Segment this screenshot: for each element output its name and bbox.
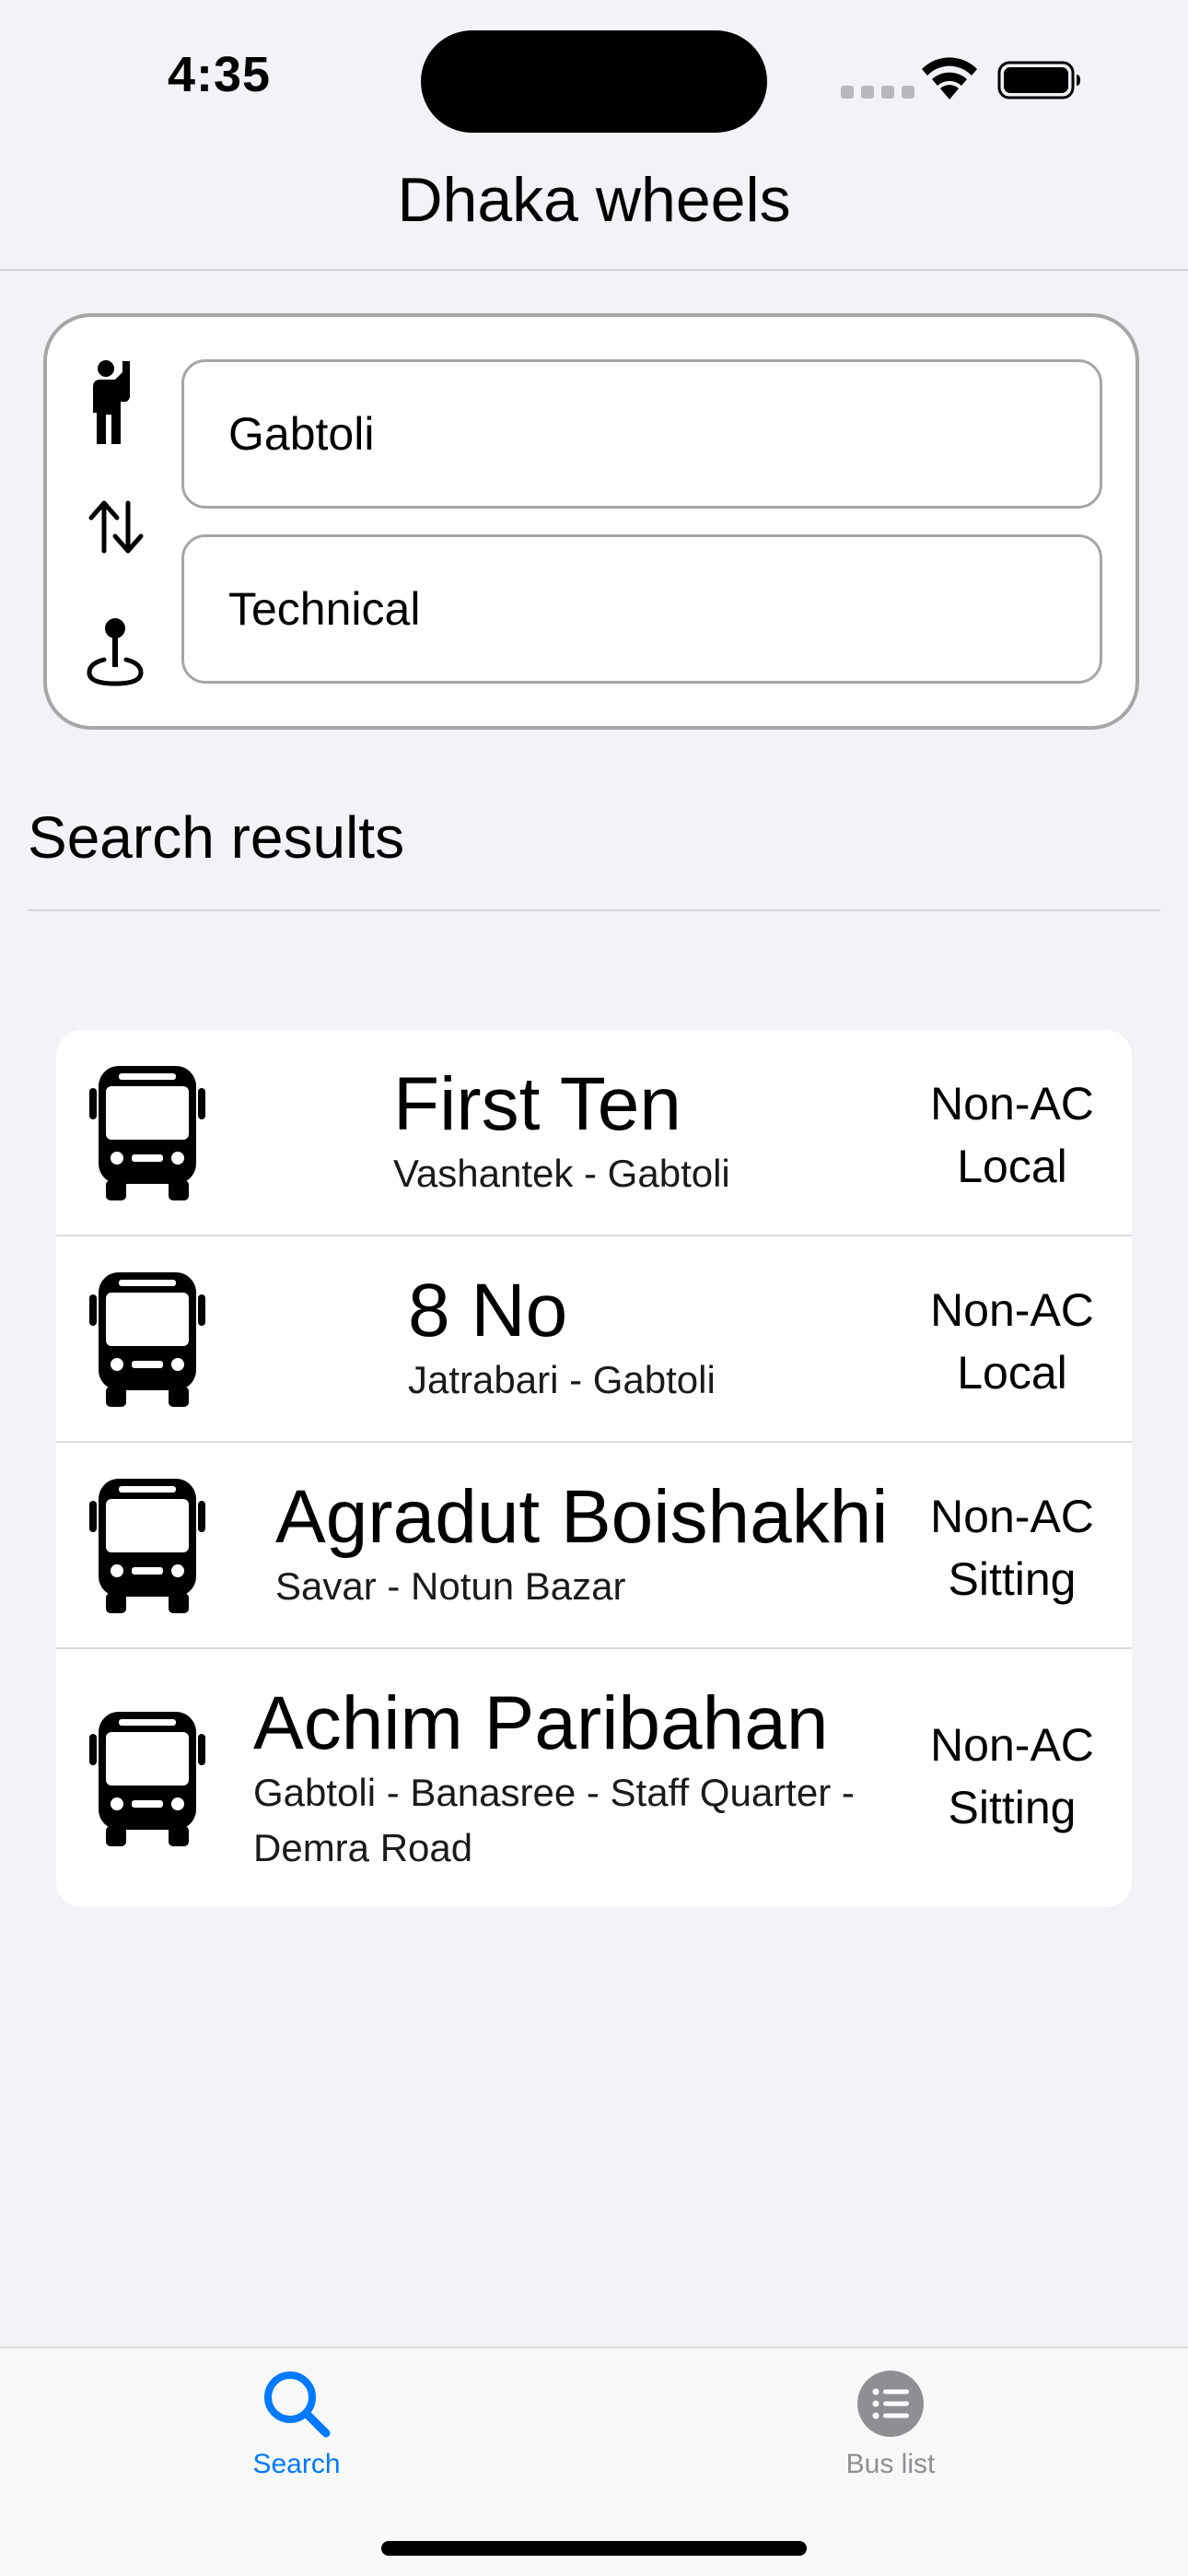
destination-input[interactable] bbox=[181, 534, 1102, 684]
bus-ac-type: Non-AC bbox=[930, 1078, 1094, 1130]
status-bar: 4:35 bbox=[0, 0, 1188, 147]
home-indicator bbox=[381, 2541, 807, 2556]
bus-route: Savar - Notun Bazar bbox=[275, 1564, 626, 1608]
bus-ac-type: Non-AC bbox=[930, 1491, 1094, 1542]
bus-name: 8 No bbox=[408, 1269, 568, 1352]
results-divider bbox=[28, 909, 1160, 911]
bus-icon bbox=[89, 1479, 205, 1613]
status-time: 4:35 bbox=[168, 47, 272, 102]
bus-row-8-no[interactable]: 8 No Jatrabari - Gabtoli Non-AC Local bbox=[56, 1236, 1132, 1443]
bus-icon bbox=[89, 1066, 205, 1200]
bus-route: Vashantek - Gabtoli bbox=[393, 1152, 730, 1195]
battery-full-icon bbox=[997, 61, 1080, 100]
origin-input[interactable] bbox=[181, 359, 1102, 509]
bus-row-agradut-boishakhi[interactable]: Agradut Boishakhi Savar - Notun Bazar No… bbox=[56, 1443, 1132, 1649]
tab-bus-list-label: Bus list bbox=[845, 2449, 936, 2479]
tab-bus-list[interactable]: Bus list bbox=[752, 2367, 1029, 2480]
bus-route: Jatrabari - Gabtoli bbox=[408, 1358, 716, 1401]
bus-row-first-ten[interactable]: First Ten Vashantek - Gabtoli Non-AC Loc… bbox=[56, 1030, 1132, 1236]
wifi-icon bbox=[922, 57, 977, 100]
magnifying-glass-icon bbox=[264, 2371, 331, 2438]
page-title: Dhaka wheels bbox=[397, 165, 791, 235]
dynamic-island bbox=[421, 30, 767, 133]
bus-results-list: First Ten Vashantek - Gabtoli Non-AC Loc… bbox=[56, 1030, 1132, 1907]
bus-ac-type: Non-AC bbox=[930, 1719, 1094, 1771]
tab-search-label: Search bbox=[252, 2449, 341, 2479]
bus-route: Gabtoli - Banasree - Staff Quarter - Dem… bbox=[253, 1771, 855, 1869]
header-divider bbox=[0, 269, 1188, 271]
list-icon bbox=[857, 2371, 924, 2437]
bus-service-type: Sitting bbox=[948, 1553, 1077, 1605]
swap-arrows-icon bbox=[88, 500, 144, 554]
bus-service-type: Sitting bbox=[948, 1782, 1077, 1833]
bus-service-type: Local bbox=[957, 1347, 1067, 1399]
bus-service-type: Local bbox=[957, 1141, 1067, 1192]
route-search-card bbox=[43, 313, 1139, 730]
bus-name: First Ten bbox=[393, 1062, 681, 1146]
bus-ac-type: Non-AC bbox=[930, 1284, 1094, 1336]
search-results-heading: Search results bbox=[28, 804, 405, 871]
bus-name: Achim Paribahan bbox=[253, 1681, 829, 1765]
tab-search[interactable]: Search bbox=[158, 2367, 435, 2480]
bus-name: Agradut Boishakhi bbox=[275, 1475, 889, 1559]
map-pin-icon bbox=[87, 618, 144, 686]
bus-row-achim-paribahan[interactable]: Achim Paribahan Gabtoli - Banasree - Sta… bbox=[56, 1649, 1132, 1907]
bus-icon bbox=[89, 1712, 205, 1846]
person-raised-hand-icon bbox=[93, 360, 130, 444]
bus-icon bbox=[89, 1272, 205, 1407]
cellular-signal-icon bbox=[841, 86, 914, 99]
